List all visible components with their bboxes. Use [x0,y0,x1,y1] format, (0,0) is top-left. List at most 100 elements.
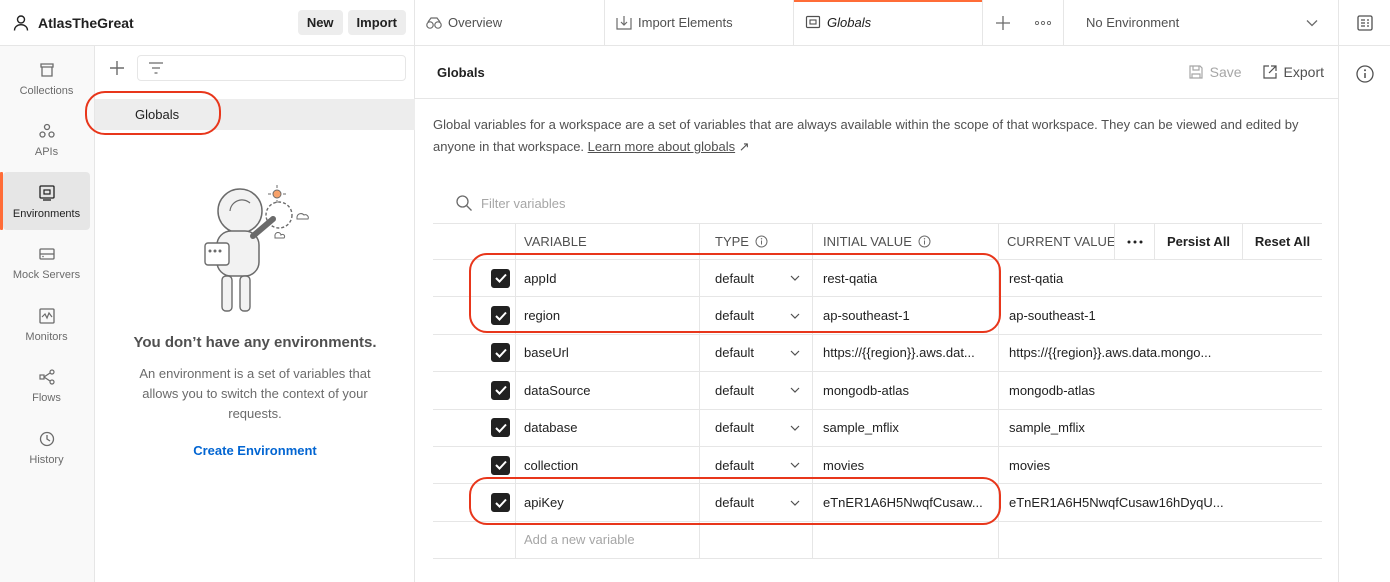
description-text: Global variables for a workspace are a s… [433,117,1299,154]
right-rail [1338,46,1390,582]
table-row[interactable]: region default ap-southeast-1 ap-southeast-… [433,297,1322,335]
import-button[interactable]: Import [347,10,406,35]
variable-name-cell[interactable]: apiKey [515,484,699,521]
current-value-cell[interactable]: mongodb-atlas [998,372,1322,409]
info-icon[interactable] [918,235,931,248]
import-icon [616,15,632,30]
tab-label: Overview [448,15,503,30]
initial-value-cell[interactable]: movies [812,446,998,484]
enabled-checkbox[interactable] [491,418,510,438]
table-row[interactable]: baseUrl default https://{{region}}.aws.dat… [433,334,1322,373]
sidebar-item-environments[interactable]: Environments [0,172,90,230]
info-icon[interactable] [1355,64,1375,84]
tab-import-elements[interactable]: Import Elements [605,0,794,45]
initial-value-cell[interactable]: rest-qatia [812,260,998,297]
sidebar-item-collections[interactable]: Collections [3,49,90,107]
sidebar-item-label: Mock Servers [12,269,81,281]
new-tab-button[interactable] [983,0,1023,45]
new-button[interactable]: New [297,10,343,35]
tab-overview[interactable]: Overview [415,0,605,45]
sidebar-item-flows[interactable]: Flows [3,357,90,415]
table-row[interactable]: database default sample_mflix sample_mflix [433,409,1322,447]
current-value-cell[interactable]: https://{{region}}.aws.data.mongo... [998,334,1322,372]
current-value-cell[interactable]: sample_mflix [998,409,1322,446]
learn-more-link[interactable]: Learn more about globals [588,139,735,154]
type-select[interactable]: default [699,409,812,446]
enabled-checkbox[interactable] [491,343,510,363]
user-icon [13,14,29,31]
chevron-down-icon [790,500,800,506]
column-header-initial-value: INITIAL VALUE [812,224,998,259]
save-label: Save [1209,64,1242,80]
variable-name-cell[interactable]: collection [515,446,699,484]
column-header-variable: VARIABLE [515,224,699,259]
workspace-header: AtlasTheGreat New Import [0,0,415,46]
current-value-cell[interactable]: ap-southeast-1 [998,297,1322,334]
enabled-checkbox[interactable] [491,306,510,326]
sidebar-item-history[interactable]: History [3,418,90,476]
globals-description: Global variables for a workspace are a s… [433,114,1323,158]
initial-value-cell[interactable]: eTnER1A6H5NwqfCusaw... [812,484,998,521]
table-row[interactable]: apiKey default eTnER1A6H5NwqfCusaw... eTnER… [433,484,1322,522]
variable-name-cell[interactable]: appId [515,260,699,297]
empty-state-title: You don’t have any environments. [133,334,377,351]
add-variable-row[interactable]: Add a new variable [433,521,1322,560]
globals-icon [805,15,821,28]
collections-icon [37,60,57,80]
info-icon[interactable] [755,235,768,248]
checkmark-icon [494,274,507,284]
save-button[interactable]: Save [1188,64,1242,80]
empty-state-description: An environment is a set of variables tha… [139,366,371,421]
tab-options-button[interactable] [1023,0,1063,45]
reset-all-button[interactable]: Reset All [1242,224,1322,259]
variable-name-cell[interactable]: database [515,409,699,446]
sidebar-nav: Collections APIs Environments Mock Serve… [0,46,95,582]
environment-quick-look[interactable] [1338,0,1390,46]
environment-selector[interactable]: No Environment [1063,0,1338,45]
table-row[interactable]: appId default rest-qatia rest-qatia [433,260,1322,298]
variable-name-cell[interactable]: baseUrl [515,334,699,372]
type-select[interactable]: default [699,260,812,297]
apis-icon [37,121,57,141]
enabled-checkbox[interactable] [491,493,510,513]
sidebar-item-mock-servers[interactable]: Mock Servers [3,234,90,292]
enabled-checkbox[interactable] [491,268,510,288]
add-environment-button[interactable] [105,56,129,80]
sidebar-item-monitors[interactable]: Monitors [3,295,90,353]
variable-name-cell[interactable]: dataSource [515,372,699,409]
sidebar-item-label: Environments [12,207,81,220]
page-title: Globals [437,64,485,80]
sidebar-item-apis[interactable]: APIs [3,111,90,169]
table-row[interactable]: collection default movies movies [433,446,1322,485]
export-button[interactable]: Export [1262,64,1324,80]
type-select[interactable]: default [699,372,812,409]
env-search-input[interactable] [137,55,406,81]
tab-globals[interactable]: Globals [794,0,983,45]
type-select[interactable]: default [699,446,812,484]
initial-value-cell[interactable]: mongodb-atlas [812,372,998,409]
initial-value-cell[interactable]: ap-southeast-1 [812,297,998,334]
history-icon [37,429,57,449]
variable-name-cell[interactable]: region [515,297,699,334]
enabled-checkbox[interactable] [491,380,510,400]
table-row[interactable]: dataSource default mongodb-atlas mongodb-at… [433,372,1322,410]
checkmark-icon [494,386,507,396]
enabled-checkbox[interactable] [491,455,510,475]
create-environment-link[interactable]: Create Environment [95,443,415,458]
sidebar-item-label: Collections [19,84,74,97]
current-value-cell[interactable]: rest-qatia [998,260,1322,297]
current-value-cell[interactable]: eTnER1A6H5NwqfCusaw16hDyqU... [998,484,1322,521]
sidebar-item-label: APIs [34,146,59,158]
type-select[interactable]: default [699,297,812,334]
initial-value-cell[interactable]: https://{{region}}.aws.dat... [812,334,998,372]
initial-value-cell[interactable]: sample_mflix [812,409,998,446]
env-list-item-globals[interactable]: Globals [95,99,415,130]
workspace-name[interactable]: AtlasTheGreat [38,15,293,31]
environment-selector-value: No Environment [1086,15,1180,30]
persist-all-button[interactable]: Persist All [1154,224,1242,259]
current-value-cell[interactable]: movies [998,446,1322,484]
type-select[interactable]: default [699,484,812,521]
table-more-button[interactable] [1114,224,1154,259]
filter-variables-input[interactable]: Filter variables [433,183,1322,224]
type-select[interactable]: default [699,334,812,372]
